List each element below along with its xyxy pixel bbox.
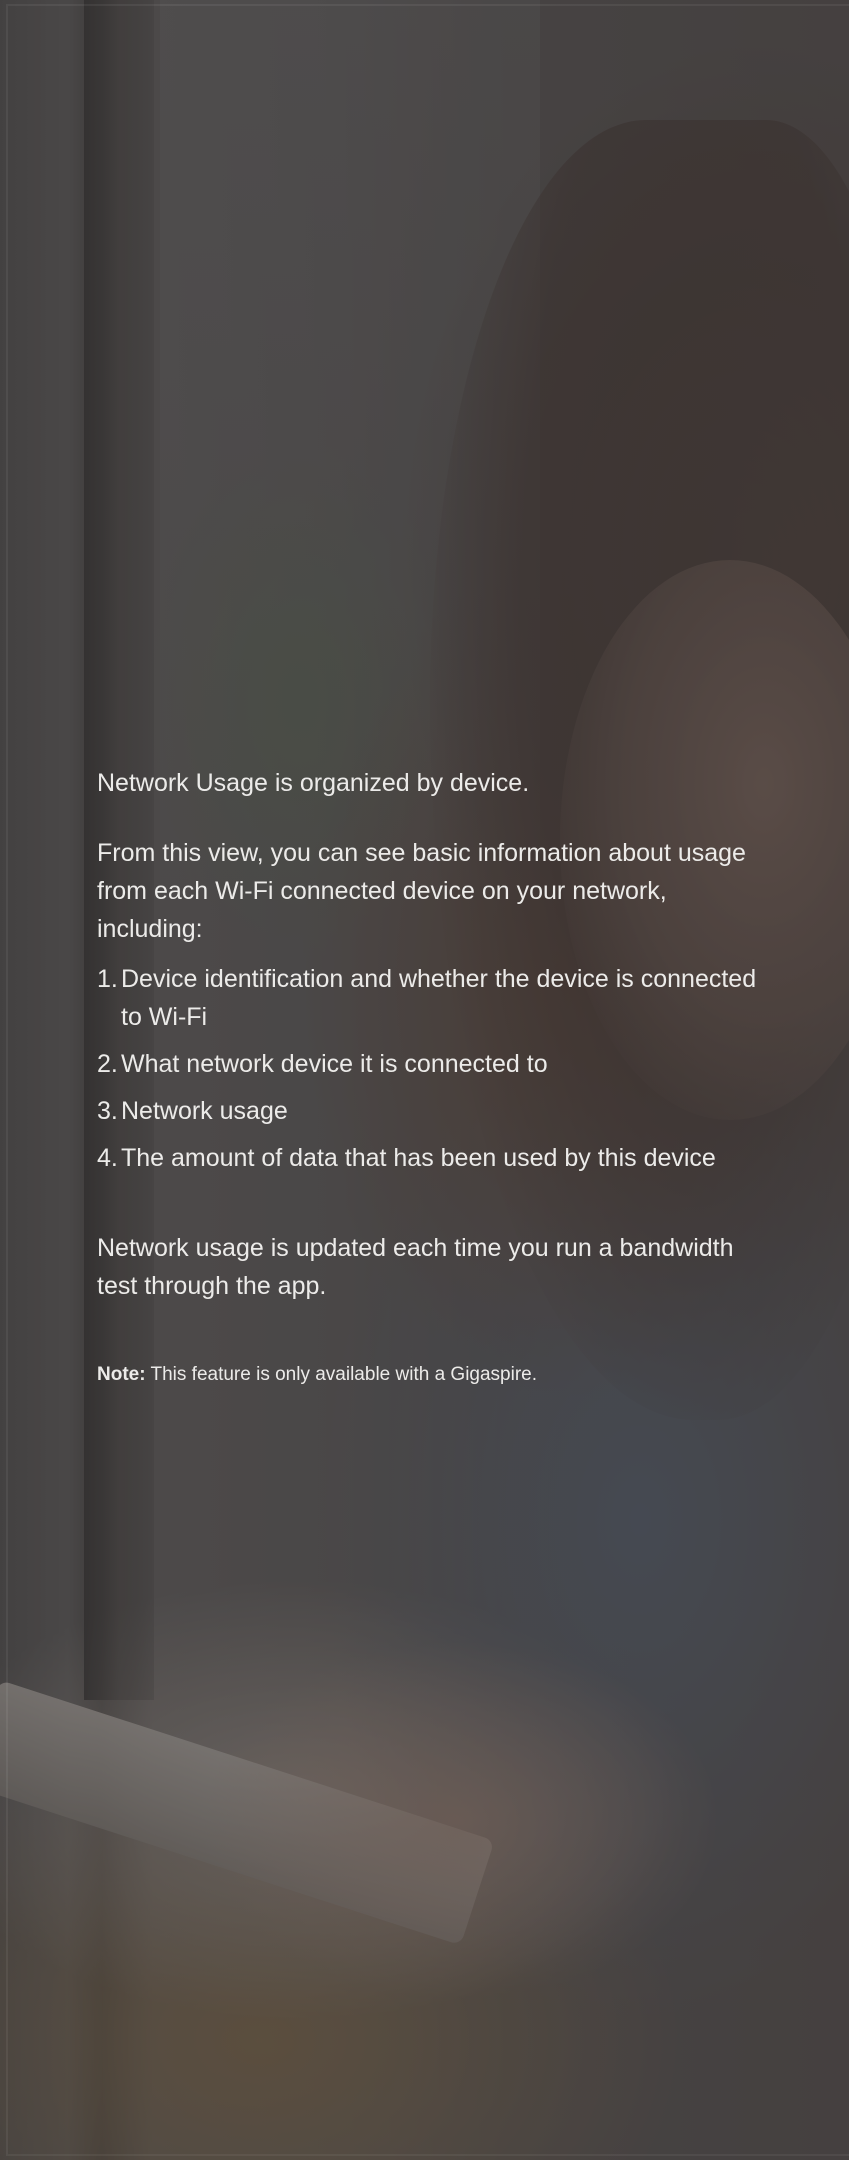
- note-text: Note: This feature is only available wit…: [97, 1361, 757, 1389]
- note-body: This feature is only available with a Gi…: [145, 1364, 538, 1385]
- feature-list: 1. Device identification and whether the…: [97, 960, 757, 1177]
- list-item-text: The amount of data that has been used by…: [121, 1144, 716, 1172]
- info-text-block: Network Usage is organized by device. Fr…: [97, 764, 757, 1389]
- update-description: Network usage is updated each time you r…: [97, 1234, 734, 1300]
- onboarding-screen: Network Usage is organized by device. Fr…: [0, 0, 849, 2160]
- list-item-number: 4.: [97, 1144, 118, 1172]
- list-item-number: 1.: [97, 965, 118, 993]
- list-item: 3. Network usage: [97, 1092, 757, 1130]
- list-item-text: Network usage: [121, 1097, 288, 1125]
- note-label: Note:: [97, 1364, 146, 1385]
- list-item-number: 3.: [97, 1097, 118, 1125]
- intro-text: Network Usage is organized by device.: [97, 769, 530, 797]
- list-item-text: Device identification and whether the de…: [121, 965, 757, 1031]
- view-description: From this view, you can see basic inform…: [97, 839, 746, 943]
- list-item: 4. The amount of data that has been used…: [97, 1139, 757, 1177]
- list-item: 1. Device identification and whether the…: [97, 960, 757, 1036]
- list-item-text: What network device it is connected to: [121, 1050, 548, 1078]
- list-item-number: 2.: [97, 1050, 118, 1078]
- list-item: 2. What network device it is connected t…: [97, 1045, 757, 1083]
